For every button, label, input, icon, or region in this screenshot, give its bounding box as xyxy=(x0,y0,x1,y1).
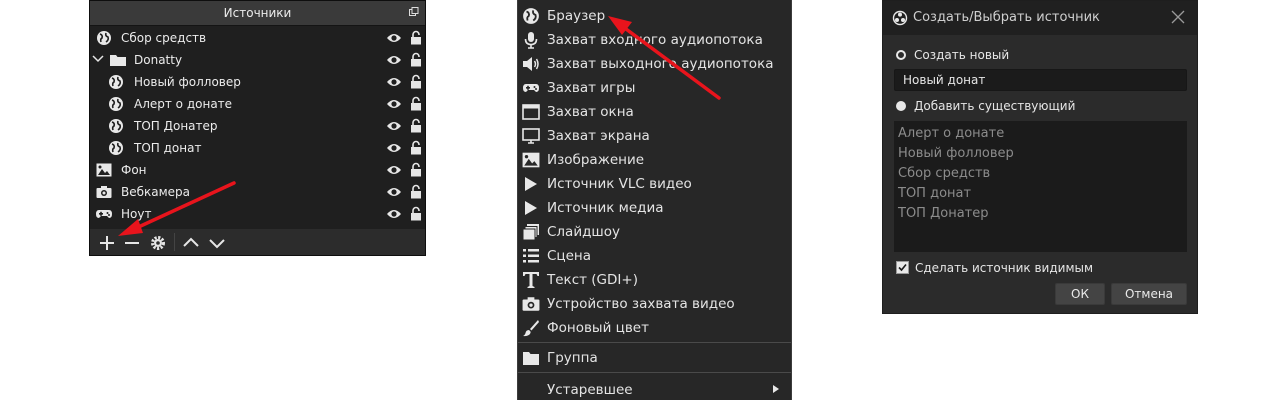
annotation-arrow-to-browser-item xyxy=(608,16,721,100)
annotation-arrow-to-add-button xyxy=(118,181,236,236)
annotation-arrows xyxy=(118,16,721,236)
